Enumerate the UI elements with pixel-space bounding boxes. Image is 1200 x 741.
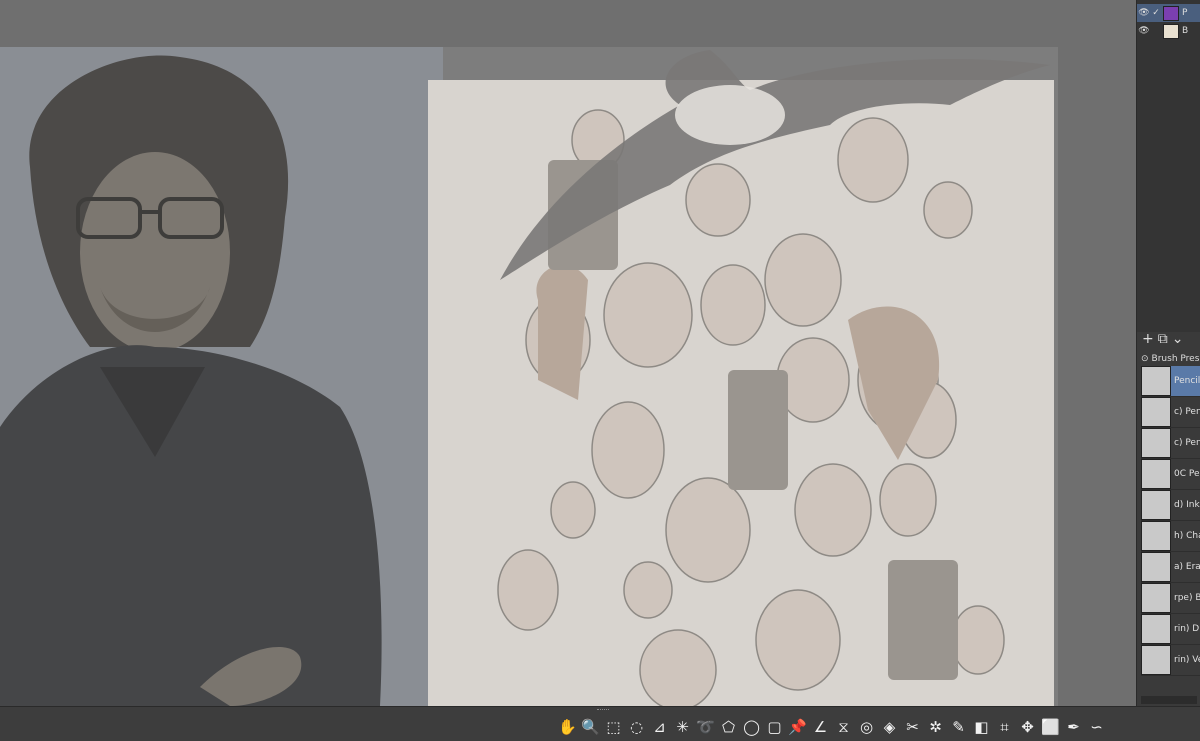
layer-thumbnail bbox=[1163, 23, 1179, 39]
brush-preset-item[interactable]: a) Eras bbox=[1141, 552, 1200, 583]
color-picker-tool-icon[interactable]: ✎ bbox=[947, 716, 970, 738]
pan-tool-icon[interactable]: ✋ bbox=[556, 716, 579, 738]
zoom-tool-icon[interactable]: 🔍 bbox=[579, 716, 602, 738]
brush-presets-title: Brush Pres... bbox=[1151, 354, 1200, 364]
smart-patch-tool-icon[interactable]: ✲ bbox=[924, 716, 947, 738]
polygon-select-tool-icon[interactable]: ⬠ bbox=[717, 716, 740, 738]
gradient-tool-icon[interactable]: ◧ bbox=[970, 716, 993, 738]
pencil-icon bbox=[1141, 397, 1171, 427]
pencil-icon bbox=[1141, 428, 1171, 458]
brush-preset-item[interactable]: 0C Pen bbox=[1141, 459, 1200, 490]
right-dock: 👁 ✓ P 👁 B + ⧉ ⌄ ⊙ Brush Pres... Pencil B… bbox=[1136, 0, 1200, 706]
brush-preset-item[interactable]: c) Penc bbox=[1141, 428, 1200, 459]
brush-preset-item[interactable]: h) Cha bbox=[1141, 521, 1200, 552]
rect-select-tool-icon[interactable]: ⬚ bbox=[602, 716, 625, 738]
freehand-select-tool-icon[interactable]: ➰ bbox=[694, 716, 717, 738]
freehand-brush-tool-icon[interactable]: ✒ bbox=[1062, 716, 1085, 738]
brush-preset-item[interactable]: d) Ink- bbox=[1141, 490, 1200, 521]
pin-tool-icon[interactable]: 📌 bbox=[786, 716, 809, 738]
velocity-pen-icon bbox=[1141, 645, 1171, 675]
layers-panel: 👁 ✓ P 👁 B bbox=[1137, 0, 1200, 332]
layer-row-p[interactable]: 👁 ✓ P bbox=[1137, 4, 1200, 22]
measure-tool-icon[interactable]: ∠ bbox=[809, 716, 832, 738]
enclose-fill-tool-icon[interactable]: ✂ bbox=[901, 716, 924, 738]
layer-check-icon[interactable]: ✓ bbox=[1151, 8, 1161, 18]
rectangle-select-tool-icon[interactable]: ▢ bbox=[763, 716, 786, 738]
dia-pen-icon bbox=[1141, 614, 1171, 644]
brush-list-scrollbar[interactable] bbox=[1141, 696, 1197, 704]
chevron-down-icon[interactable]: ⌄ bbox=[1172, 331, 1184, 347]
blender-icon bbox=[1141, 583, 1171, 613]
visibility-eye-icon[interactable]: 👁 bbox=[1137, 26, 1151, 36]
brush-presets-header: ⊙ Brush Pres... bbox=[1137, 352, 1200, 366]
layer-name: P bbox=[1182, 8, 1188, 18]
brush-preset-item[interactable]: Pencil B bbox=[1141, 366, 1200, 397]
layer-row-b[interactable]: 👁 B bbox=[1137, 22, 1200, 40]
toolbar-grip[interactable] bbox=[597, 709, 609, 712]
assistant-tool-icon[interactable]: ◎ bbox=[855, 716, 878, 738]
brush-preset-item[interactable]: rpe) Bl bbox=[1141, 583, 1200, 614]
brush-preset-item[interactable]: rin) Vel bbox=[1141, 645, 1200, 676]
layer-name: B bbox=[1182, 26, 1189, 36]
brush-panel-toolbar: + ⧉ ⌄ bbox=[1137, 330, 1200, 348]
ink-pen-icon bbox=[1141, 490, 1171, 520]
crop-tool-icon[interactable]: ⌗ bbox=[993, 716, 1016, 738]
add-icon[interactable]: + bbox=[1142, 331, 1154, 347]
duplicate-icon[interactable]: ⧉ bbox=[1158, 331, 1168, 347]
layer-thumbnail bbox=[1163, 5, 1179, 21]
canvas-area[interactable] bbox=[0, 0, 1136, 706]
charcoal-icon bbox=[1141, 521, 1171, 551]
brush-preset-list[interactable]: Pencil B c) Penc c) Penc 0C Pen d) Ink- … bbox=[1141, 366, 1200, 696]
bottom-toolbar: ✋ 🔍 ⬚ ◌ ⊿ ✳ ➰ ⬠ ◯ ▢ 📌 ∠ ⧖ ◎ ◈ ✂ ✲ ✎ ◧ ⌗ ✥ ⬜ ✒ ∽ bbox=[0, 706, 1200, 741]
brush-preset-item[interactable]: c) Penc bbox=[1141, 397, 1200, 428]
edit-select-tool-icon[interactable]: ⊿ bbox=[648, 716, 671, 738]
pencil-icon bbox=[1141, 366, 1171, 396]
ellipse-select-tool-icon[interactable]: ◯ bbox=[740, 716, 763, 738]
visibility-eye-icon[interactable]: 👁 bbox=[1137, 8, 1151, 18]
magic-wand-tool-icon[interactable]: ✳ bbox=[671, 716, 694, 738]
toolbox: ✋ 🔍 ⬚ ◌ ⊿ ✳ ➰ ⬠ ◯ ▢ 📌 ∠ ⧖ ◎ ◈ ✂ ✲ ✎ ◧ ⌗ ✥ ⬜ ✒ ∽ bbox=[556, 716, 1108, 738]
transform-select-tool-icon[interactable]: ⬜ bbox=[1039, 716, 1062, 738]
eraser-icon bbox=[1141, 552, 1171, 582]
move-tool-icon[interactable]: ✥ bbox=[1016, 716, 1039, 738]
pen-icon bbox=[1141, 459, 1171, 489]
reference-photo bbox=[0, 47, 443, 706]
brush-presets-icon: ⊙ bbox=[1141, 354, 1149, 364]
lasso-select-tool-icon[interactable]: ◌ bbox=[625, 716, 648, 738]
comic-artwork bbox=[428, 80, 1054, 706]
fill-tool-icon[interactable]: ◈ bbox=[878, 716, 901, 738]
transform-tool-icon[interactable]: ⧖ bbox=[832, 716, 855, 738]
brush-preset-item[interactable]: rin) Dia bbox=[1141, 614, 1200, 645]
bezier-curve-tool-icon[interactable]: ∽ bbox=[1085, 716, 1108, 738]
